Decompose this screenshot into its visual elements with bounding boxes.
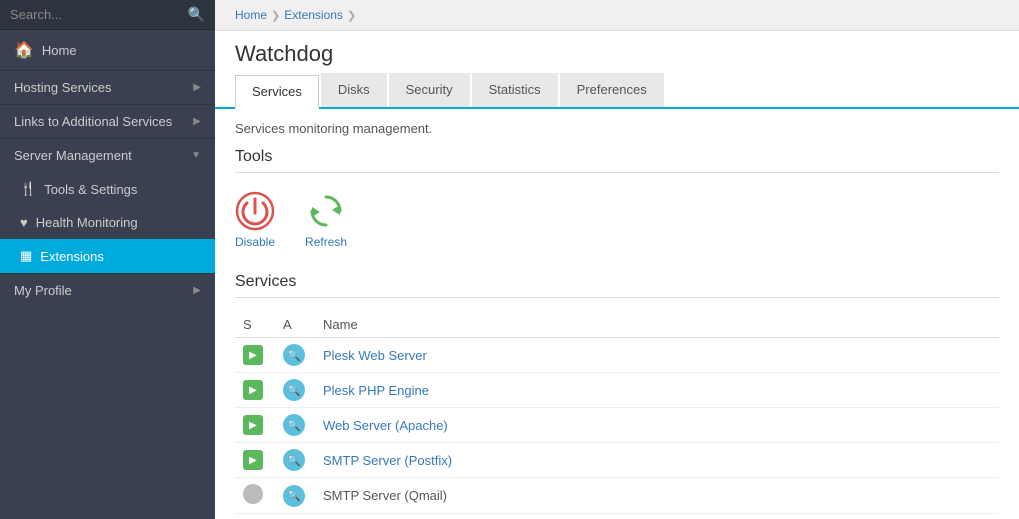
table-row: 🔍Courier POP3 Server — [235, 514, 999, 519]
disable-label: Disable — [235, 235, 275, 249]
sidebar-group-server-mgmt[interactable]: Server Management ▼ — [0, 138, 215, 172]
table-row: ▶ 🔍 Plesk PHP Engine — [235, 373, 999, 408]
sidebar-group-my-profile[interactable]: My Profile ▶ — [0, 273, 215, 307]
service-link[interactable]: Plesk PHP Engine — [323, 383, 429, 398]
disable-tool[interactable]: Disable — [235, 191, 275, 249]
my-profile-label: My Profile — [14, 283, 72, 298]
status-cell: ▶ — [235, 408, 275, 443]
service-name-cell: Courier POP3 Server — [315, 514, 999, 519]
breadcrumb-sep-2: ❯ — [347, 9, 356, 22]
sidebar-home-label: Home — [42, 43, 77, 58]
service-name-cell: Plesk Web Server — [315, 338, 999, 373]
sidebar: 🔍 🏠 Home Hosting Services ▶ Links to Add… — [0, 0, 215, 519]
extensions-icon: ▦ — [20, 248, 32, 264]
sidebar-group-hosting-label: Hosting Services — [14, 80, 112, 95]
home-icon: 🏠 — [14, 40, 34, 60]
action-cell: 🔍 — [275, 514, 315, 519]
tools-section-title: Tools — [235, 148, 999, 166]
tab-statistics[interactable]: Statistics — [472, 73, 558, 107]
health-icon: ♥ — [20, 215, 28, 230]
services-table: S A Name ▶ 🔍 Plesk Web Server ▶ 🔍 Plesk PHP E… — [235, 312, 999, 519]
table-row: 🔍 SMTP Server (Qmail) — [235, 478, 999, 514]
play-icon[interactable]: ▶ — [243, 345, 263, 365]
table-row: ▶ 🔍 SMTP Server (Postfix) — [235, 443, 999, 478]
sidebar-item-extensions[interactable]: ▦ Extensions — [0, 239, 215, 273]
search-input[interactable] — [10, 7, 188, 22]
services-section-title: Services — [235, 273, 999, 291]
sidebar-group-hosting[interactable]: Hosting Services ▶ — [0, 70, 215, 104]
tools-icon: 🍴 — [20, 181, 36, 197]
disable-icon — [235, 191, 275, 231]
service-name-cell: SMTP Server (Qmail) — [315, 478, 999, 514]
service-name-cell: Web Server (Apache) — [315, 408, 999, 443]
tab-content: Services monitoring management. Tools Di… — [215, 109, 1019, 519]
main-content: Home ❯ Extensions ❯ Watchdog Services Di… — [215, 0, 1019, 519]
col-s: S — [235, 312, 275, 338]
service-name-cell: Plesk PHP Engine — [315, 373, 999, 408]
chevron-right-icon: ▶ — [193, 116, 201, 127]
page-title: Watchdog — [215, 31, 1019, 73]
chevron-right-icon: ▶ — [193, 82, 201, 93]
sidebar-item-extensions-label: Extensions — [40, 249, 104, 264]
refresh-icon — [306, 191, 346, 231]
status-cell: ▶ — [235, 443, 275, 478]
sidebar-item-home[interactable]: 🏠 Home — [0, 30, 215, 70]
tab-services[interactable]: Services — [235, 75, 319, 109]
service-link[interactable]: Web Server (Apache) — [323, 418, 448, 433]
refresh-tool[interactable]: Refresh — [305, 191, 347, 249]
status-cell — [235, 478, 275, 514]
service-name-cell: SMTP Server (Postfix) — [315, 443, 999, 478]
refresh-label: Refresh — [305, 235, 347, 249]
tab-security[interactable]: Security — [389, 73, 470, 107]
action-cell: 🔍 — [275, 338, 315, 373]
tab-preferences[interactable]: Preferences — [560, 73, 664, 107]
search-action-icon[interactable]: 🔍 — [283, 414, 305, 436]
play-icon[interactable]: ▶ — [243, 450, 263, 470]
search-icon: 🔍 — [188, 6, 205, 23]
play-icon[interactable]: ▶ — [243, 380, 263, 400]
sidebar-item-tools-label: Tools & Settings — [44, 182, 137, 197]
chevron-down-icon: ▼ — [191, 150, 201, 161]
tools-divider — [235, 172, 999, 173]
tools-area: Disable Refresh — [235, 187, 999, 253]
service-link[interactable]: Plesk Web Server — [323, 348, 427, 363]
status-cell: ▶ — [235, 373, 275, 408]
inactive-status-icon — [243, 484, 263, 504]
table-row: ▶ 🔍 Plesk Web Server — [235, 338, 999, 373]
service-link[interactable]: SMTP Server (Postfix) — [323, 453, 452, 468]
breadcrumb-extensions[interactable]: Extensions — [284, 8, 343, 22]
breadcrumb-home[interactable]: Home — [235, 8, 267, 22]
sidebar-item-health-monitoring[interactable]: ♥ Health Monitoring — [0, 206, 215, 239]
search-action-icon[interactable]: 🔍 — [283, 485, 305, 507]
sidebar-item-health-label: Health Monitoring — [36, 215, 138, 230]
page-subtitle: Services monitoring management. — [235, 121, 999, 136]
search-action-icon[interactable]: 🔍 — [283, 449, 305, 471]
col-name: Name — [315, 312, 999, 338]
sidebar-group-links-label: Links to Additional Services — [14, 114, 172, 129]
sidebar-group-server-label: Server Management — [14, 148, 132, 163]
breadcrumb-sep-1: ❯ — [271, 9, 280, 22]
action-cell: 🔍 — [275, 478, 315, 514]
services-divider — [235, 297, 999, 298]
action-cell: 🔍 — [275, 443, 315, 478]
tabs-bar: Services Disks Security Statistics Prefe… — [215, 73, 1019, 109]
status-cell: ▶ — [235, 338, 275, 373]
col-a: A — [275, 312, 315, 338]
play-icon[interactable]: ▶ — [243, 415, 263, 435]
breadcrumb: Home ❯ Extensions ❯ — [215, 0, 1019, 31]
action-cell: 🔍 — [275, 408, 315, 443]
sidebar-item-tools-settings[interactable]: 🍴 Tools & Settings — [0, 172, 215, 206]
tab-disks[interactable]: Disks — [321, 73, 387, 107]
table-row: ▶ 🔍 Web Server (Apache) — [235, 408, 999, 443]
action-cell: 🔍 — [275, 373, 315, 408]
sidebar-group-links[interactable]: Links to Additional Services ▶ — [0, 104, 215, 138]
search-box[interactable]: 🔍 — [0, 0, 215, 30]
search-action-icon[interactable]: 🔍 — [283, 379, 305, 401]
status-cell — [235, 514, 275, 519]
search-action-icon[interactable]: 🔍 — [283, 344, 305, 366]
chevron-right-icon: ▶ — [193, 285, 201, 296]
